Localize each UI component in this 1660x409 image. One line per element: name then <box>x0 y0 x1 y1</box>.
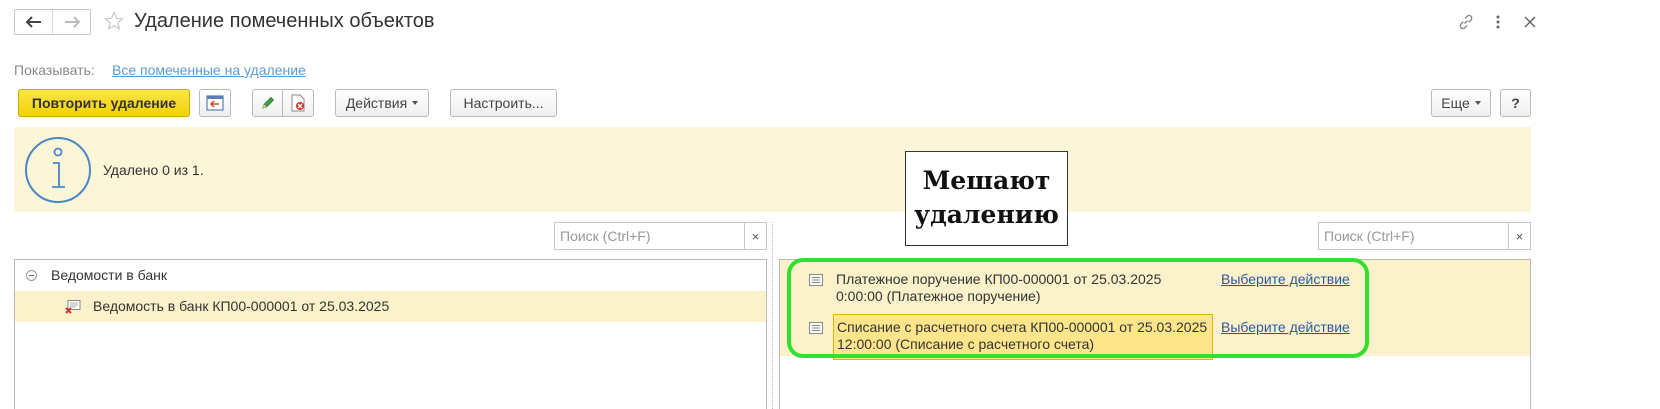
filter-value-link[interactable]: Все помеченные на удаление <box>112 62 306 78</box>
chevron-down-icon <box>412 101 419 105</box>
clear-search-button[interactable]: × <box>1508 223 1530 249</box>
chevron-down-icon <box>1474 101 1481 105</box>
more-vertical-icon[interactable] <box>1488 12 1508 32</box>
configure-button[interactable]: Настроить... <box>450 89 557 117</box>
actions-menu-button[interactable]: Действия <box>335 89 429 117</box>
list-item[interactable]: Списание с расчетного счета КП00-000001 … <box>780 313 1530 360</box>
more-menu-button[interactable]: Еще <box>1431 89 1491 117</box>
show-in-list-button[interactable] <box>199 89 231 117</box>
more-label: Еще <box>1441 95 1470 111</box>
choose-action-link[interactable]: Выберите действие <box>1221 319 1350 335</box>
blockers-search: × <box>1318 222 1531 250</box>
tree-item[interactable]: Ведомость в банк КП00-000001 от 25.03.20… <box>15 291 766 322</box>
choose-action-link[interactable]: Выберите действие <box>1221 271 1350 287</box>
history-navigation <box>14 9 91 35</box>
list-arrow-icon <box>206 95 224 111</box>
forward-button[interactable] <box>52 10 90 34</box>
deleted-search: × <box>554 222 767 250</box>
panel-splitter[interactable] <box>772 222 773 409</box>
pencil-icon <box>261 96 274 109</box>
document-list-icon <box>809 273 823 289</box>
blocking-object-name: Платежное поручение КП00-000001 от 25.03… <box>836 271 1162 304</box>
close-icon[interactable] <box>1520 12 1540 32</box>
collapse-toggle-icon[interactable] <box>26 270 37 281</box>
edit-button[interactable] <box>252 89 283 117</box>
document-delete-icon <box>291 94 305 112</box>
marked-document-icon <box>65 300 81 317</box>
info-icon <box>24 136 92 207</box>
link-icon[interactable] <box>1456 12 1476 32</box>
back-button[interactable] <box>15 10 52 34</box>
filter-label: Показывать: <box>14 62 95 78</box>
favorite-star-icon[interactable] <box>103 10 125 34</box>
blockers-search-input[interactable] <box>1319 223 1508 249</box>
unmark-deletion-button[interactable] <box>282 89 314 117</box>
arrow-left-icon <box>25 16 41 28</box>
tree-group-label: Ведомости в банк <box>51 267 167 283</box>
annotation-line-2: удалению <box>914 200 1059 229</box>
deletion-status-message: Удалено 0 из 1. <box>103 162 204 178</box>
repeat-delete-button[interactable]: Повторить удаление <box>18 89 190 117</box>
actions-label: Действия <box>345 95 408 111</box>
blockers-annotation: Мешают удалению <box>905 151 1068 246</box>
annotation-line-1: Мешают <box>922 166 1051 195</box>
page-title: Удаление помеченных объектов <box>134 10 435 32</box>
not-deleted-tree: Ведомости в банк Ведомость в банк КП00-0… <box>14 259 767 409</box>
help-button[interactable]: ? <box>1500 89 1531 117</box>
clear-search-button[interactable]: × <box>744 223 766 249</box>
info-panel: Удалено 0 из 1. <box>14 127 1531 212</box>
tree-item-label: Ведомость в банк КП00-000001 от 25.03.20… <box>93 298 390 314</box>
blocking-objects-list: Платежное поручение КП00-000001 от 25.03… <box>779 259 1531 409</box>
list-item[interactable]: Платежное поручение КП00-000001 от 25.03… <box>780 265 1530 307</box>
deleted-search-input[interactable] <box>555 223 744 249</box>
blocking-object-name: Списание с расчетного счета КП00-000001 … <box>833 314 1213 360</box>
tree-group-row[interactable]: Ведомости в банк <box>15 265 766 290</box>
arrow-right-icon <box>64 16 80 28</box>
document-list-icon <box>809 321 823 337</box>
